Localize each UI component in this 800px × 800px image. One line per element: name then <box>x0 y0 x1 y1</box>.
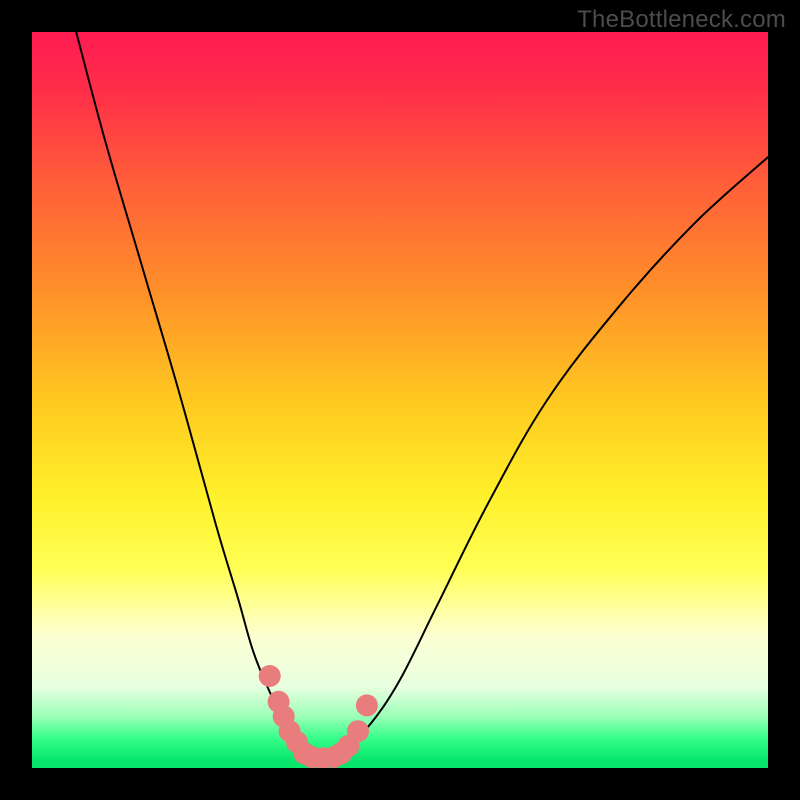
curve-right-branch <box>312 157 768 757</box>
marker-point <box>347 720 369 742</box>
curve-left-branch <box>76 32 312 757</box>
chart-svg <box>32 32 768 768</box>
marker-point <box>356 694 378 716</box>
chart-frame: TheBottleneck.com <box>0 0 800 800</box>
curve-markers <box>259 665 378 768</box>
watermark-text: TheBottleneck.com <box>577 6 786 34</box>
marker-point <box>259 665 281 687</box>
plot-area <box>32 32 768 768</box>
